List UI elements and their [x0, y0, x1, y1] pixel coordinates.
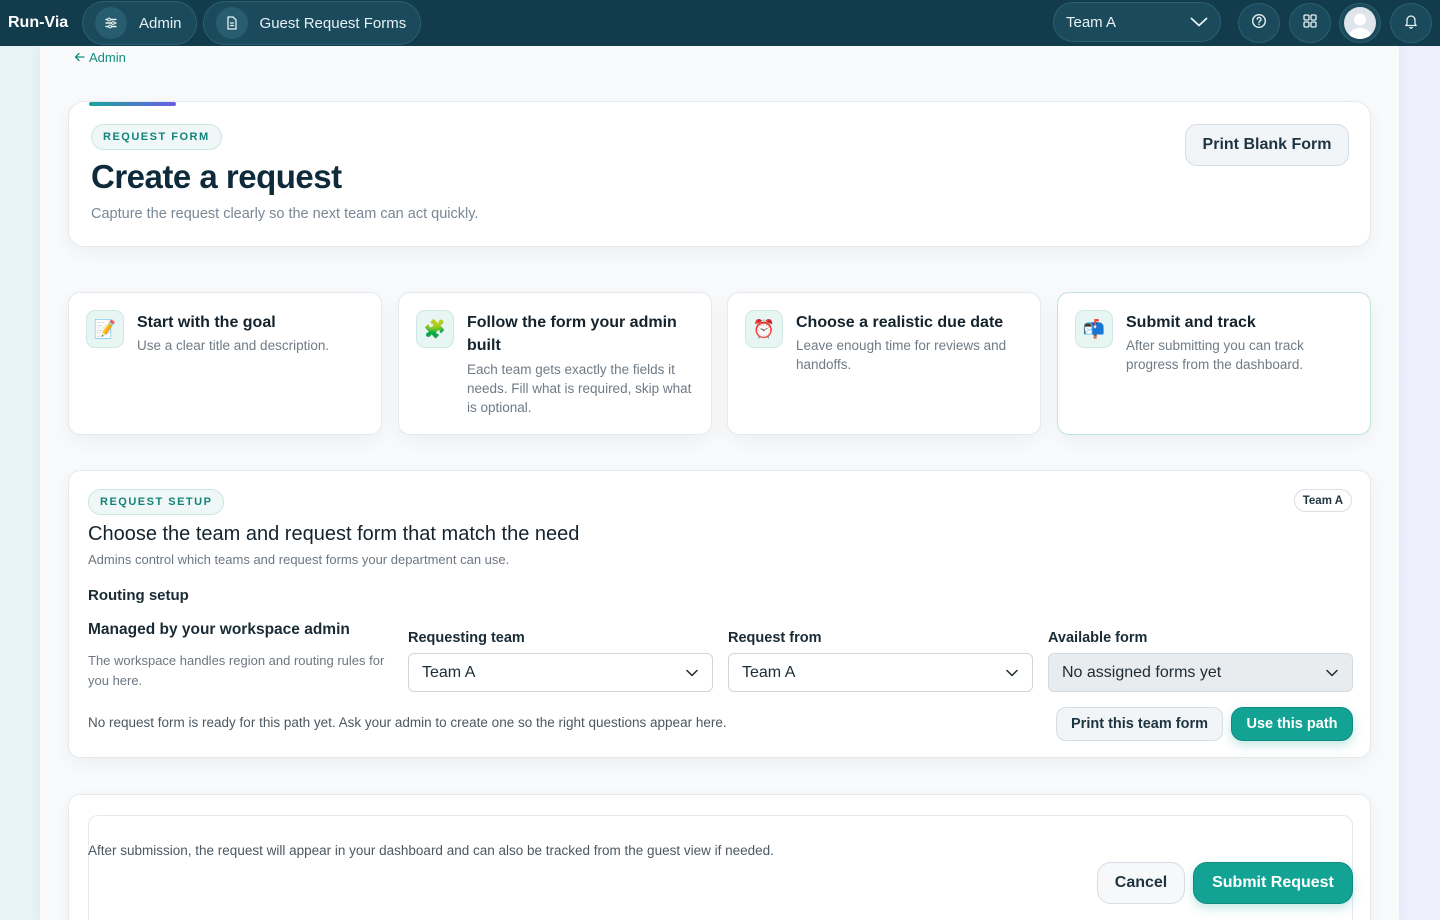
- setup-title: Choose the team and request form that ma…: [88, 523, 580, 545]
- routing-setup-heading: Routing setup: [88, 587, 189, 604]
- submit-card: After submission, the request will appea…: [68, 794, 1371, 920]
- requesting-team-value: Team A: [422, 663, 476, 681]
- submission-note: After submission, the request will appea…: [88, 843, 774, 858]
- breadcrumb-admin-label: Admin: [139, 14, 182, 32]
- print-blank-form-button[interactable]: Print Blank Form: [1185, 124, 1349, 166]
- hero-accent-bar: [89, 102, 176, 106]
- help-icon: [1251, 13, 1267, 34]
- help-button[interactable]: [1238, 3, 1280, 43]
- tip-text: Each team gets exactly the fields it nee…: [467, 362, 692, 415]
- avatar: [1344, 7, 1376, 39]
- tip-text: Use a clear title and description.: [137, 338, 330, 353]
- alarm-clock-icon: ⏰: [745, 310, 783, 348]
- tip-title: Start with the goal: [137, 314, 276, 331]
- setup-subtitle: Admins control which teams and request f…: [88, 552, 510, 567]
- page-title: Create a request: [91, 158, 342, 195]
- tip-text: Leave enough time for reviews and handof…: [796, 338, 1007, 372]
- chevron-down-icon: [1006, 664, 1018, 682]
- breadcrumb-guest-request-forms-label: Guest Request Forms: [259, 14, 407, 32]
- tip-card: 📝 Start with the goal Use a clear title …: [68, 292, 382, 435]
- top-bar: Run-Via Admin Guest Request Forms Team A: [0, 0, 1440, 46]
- use-this-path-button[interactable]: Use this path: [1231, 707, 1353, 741]
- avatar-button[interactable]: [1339, 3, 1381, 43]
- requesting-team-select[interactable]: Team A: [408, 653, 713, 692]
- requesting-team-label: Requesting team: [408, 630, 525, 646]
- hero-card: REQUEST FORM Create a request Capture th…: [68, 101, 1371, 247]
- team-switcher[interactable]: Team A: [1053, 2, 1221, 42]
- request-setup-card: REQUEST SETUP Team A Choose the team and…: [68, 470, 1371, 758]
- tip-title: Follow the form your admin built: [467, 314, 677, 354]
- print-team-form-button[interactable]: Print this team form: [1056, 707, 1223, 741]
- request-from-label: Request from: [728, 630, 822, 646]
- submit-request-button[interactable]: Submit Request: [1193, 862, 1353, 904]
- tip-text: After submitting you can track progress …: [1126, 338, 1304, 372]
- back-link[interactable]: Admin: [74, 50, 126, 65]
- tip-title: Submit and track: [1126, 314, 1256, 331]
- team-chip: Team A: [1293, 489, 1352, 512]
- tip-card-active: 📬 Submit and track After submitting you …: [1057, 292, 1371, 435]
- brand-logo[interactable]: Run-Via: [8, 14, 82, 32]
- apps-button[interactable]: [1289, 3, 1331, 43]
- managed-by-admin-title: Managed by your workspace admin: [88, 621, 350, 638]
- arrow-left-icon: [74, 50, 85, 65]
- mailbox-icon: 📬: [1075, 310, 1113, 348]
- cancel-button[interactable]: Cancel: [1097, 862, 1185, 904]
- bell-icon: [1404, 13, 1418, 34]
- puzzle-icon: 🧩: [416, 310, 454, 348]
- notifications-button[interactable]: [1390, 3, 1432, 43]
- apps-grid-icon: [1303, 13, 1317, 33]
- request-from-value: Team A: [742, 663, 796, 681]
- managed-by-admin-text: The workspace handles region and routing…: [88, 653, 385, 688]
- request-from-select[interactable]: Team A: [728, 653, 1033, 692]
- chevron-down-icon: [1190, 14, 1208, 31]
- available-form-value: No assigned forms yet: [1062, 663, 1222, 681]
- memo-icon: 📝: [86, 310, 124, 348]
- no-form-note: No request form is ready for this path y…: [88, 715, 727, 730]
- back-link-label: Admin: [89, 50, 126, 65]
- team-switcher-value: Team A: [1066, 13, 1117, 31]
- tip-card: ⏰ Choose a realistic due date Leave enou…: [727, 292, 1041, 435]
- breadcrumb-admin[interactable]: Admin: [82, 1, 197, 45]
- available-form-select[interactable]: No assigned forms yet: [1048, 653, 1353, 692]
- breadcrumb-guest-request-forms[interactable]: Guest Request Forms: [202, 1, 422, 45]
- tip-card: 🧩 Follow the form your admin built Each …: [398, 292, 712, 435]
- available-form-label: Available form: [1048, 630, 1148, 646]
- request-setup-badge: REQUEST SETUP: [88, 489, 225, 515]
- sliders-icon: [95, 7, 127, 39]
- request-form-badge: REQUEST FORM: [91, 124, 222, 150]
- chevron-down-icon: [686, 664, 698, 682]
- document-icon: [215, 7, 248, 39]
- chevron-down-icon: [1326, 664, 1338, 682]
- page-subtitle: Capture the request clearly so the next …: [91, 206, 479, 222]
- tip-title: Choose a realistic due date: [796, 314, 1004, 331]
